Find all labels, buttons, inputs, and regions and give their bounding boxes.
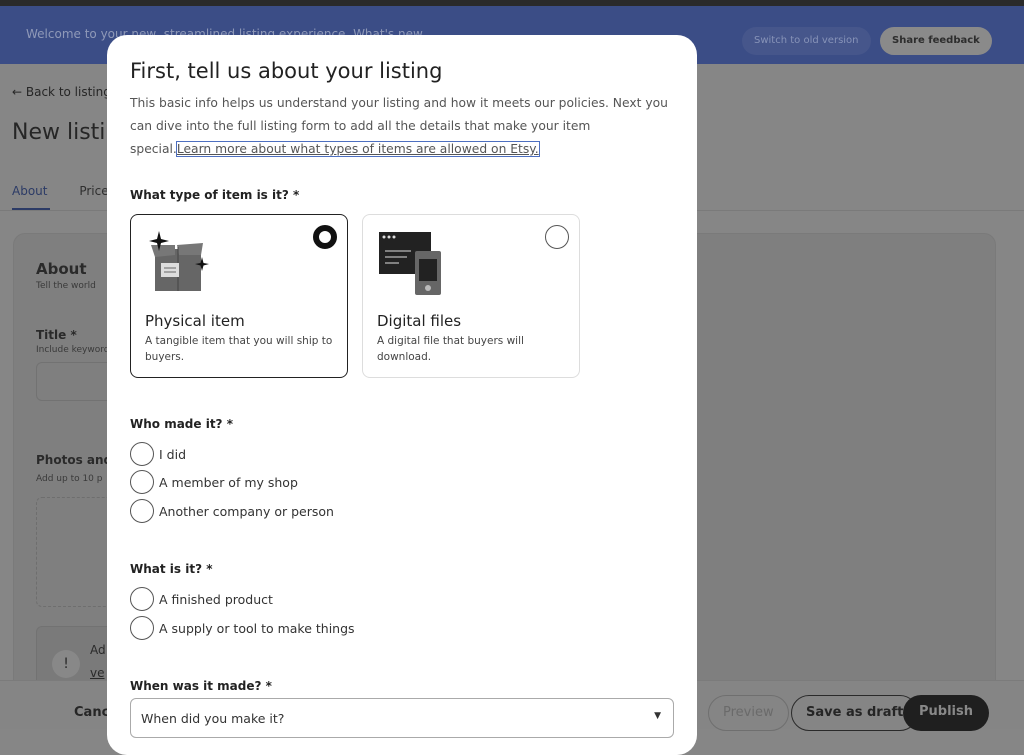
who-made-question: Who made it? * [130,417,233,431]
photos-label: Photos and [36,453,113,467]
digital-files-desc: A digital file that buyers will download… [377,335,524,363]
title-hint: Include keywords [36,345,115,355]
option-label: A supply or tool to make things [159,620,355,636]
alert-link[interactable]: ve [90,666,104,680]
option-label: A finished product [159,591,273,607]
what-option-finished-product[interactable]: A finished product [130,587,273,611]
modal-description: This basic info helps us understand your… [130,92,675,161]
physical-item-name: Physical item [145,312,245,330]
option-label: A member of my shop [159,474,298,490]
radio-icon[interactable] [130,587,154,611]
switch-old-version-button[interactable]: Switch to old version [742,27,871,55]
who-option-another-company[interactable]: Another company or person [130,499,334,523]
physical-item-card[interactable]: Physical item A tangible item that you w… [130,214,348,378]
back-to-listings-link[interactable]: ← Back to listings [12,85,117,99]
learn-more-link[interactable]: Learn more about what types of items are… [175,141,540,157]
share-feedback-button[interactable]: Share feedback [880,27,992,55]
digital-files-name: Digital files [377,312,462,330]
about-heading: About [36,260,87,278]
option-label: Another company or person [159,503,334,519]
photos-hint: Add up to 10 p [36,474,103,484]
what-is-it-question: What is it? * [130,562,213,576]
who-option-i-did[interactable]: I did [130,442,186,466]
modal-title: First, tell us about your listing [130,59,443,83]
about-subtext: Tell the world [36,281,96,291]
listing-type-modal: First, tell us about your listing This b… [107,35,697,755]
digital-files-radio[interactable] [545,225,569,249]
save-draft-button[interactable]: Save as draft [791,695,919,731]
box-icon [149,231,209,291]
digital-files-card[interactable]: Digital files A digital file that buyers… [362,214,580,378]
physical-item-radio[interactable] [313,225,337,249]
preview-button[interactable]: Preview [708,695,789,731]
tab-about[interactable]: About [12,184,47,198]
alert-text: Ad [90,643,106,657]
when-made-placeholder: When did you make it? [141,711,285,726]
chevron-down-icon: ▼ [654,711,661,721]
who-option-shop-member[interactable]: A member of my shop [130,470,298,494]
publish-button[interactable]: Publish [903,695,989,731]
when-made-select[interactable]: When did you make it? ▼ [130,698,674,738]
title-label: Title * [36,328,77,342]
digital-device-icon [379,232,441,295]
radio-icon[interactable] [130,616,154,640]
what-option-supply-tool[interactable]: A supply or tool to make things [130,616,355,640]
when-made-question: When was it made? * [130,679,272,693]
radio-icon[interactable] [130,470,154,494]
option-label: I did [159,446,187,462]
physical-item-desc: A tangible item that you will ship to bu… [145,335,333,363]
radio-icon[interactable] [130,499,154,523]
alert-icon: ! [52,650,80,678]
radio-icon[interactable] [130,442,154,466]
item-type-question: What type of item is it? * [130,188,300,202]
tab-price[interactable]: Price [79,184,108,198]
